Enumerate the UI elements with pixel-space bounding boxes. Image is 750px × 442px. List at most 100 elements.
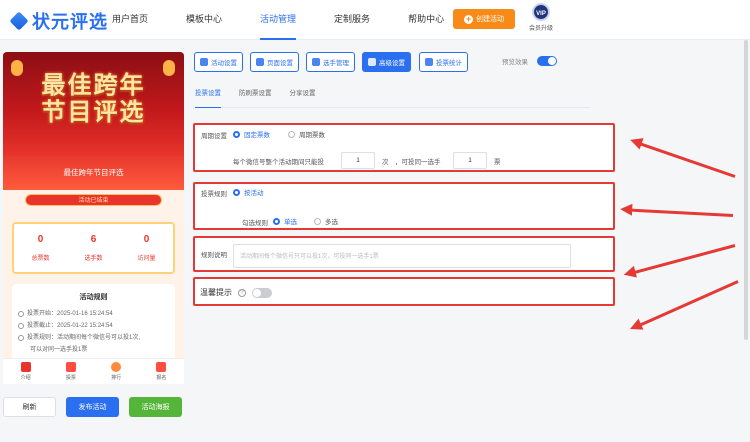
users-icon [312, 58, 320, 66]
preview-actions: 刷新 发布活动 活动海报 [3, 397, 182, 417]
radio-circle [273, 217, 280, 225]
rule-vote-continued: 可以对同一选手投1票 [30, 347, 88, 353]
tab-intro[interactable]: 介绍 [3, 359, 48, 384]
rule-description-label: 规则说明 [201, 252, 227, 259]
vip-upgrade-label: 会员升级 [528, 26, 553, 32]
gear-icon [200, 58, 208, 66]
tab-label: 投票 [65, 375, 76, 381]
subtabs: 投票设置 防刷票设置 分享设置 [195, 88, 590, 108]
subtab-anti-fraud[interactable]: 防刷票设置 [239, 88, 272, 108]
radio-by-activity[interactable]: 按活动 [233, 187, 264, 197]
tab-contestant-management[interactable]: 选手管理 [306, 52, 355, 72]
preview-toggle-label: 预览效果 [502, 59, 528, 66]
publish-button[interactable]: 发布活动 [66, 397, 119, 417]
vote-rule-section: 投票规则 按活动 勾选规则 单选 多选 [193, 182, 615, 230]
radio-single[interactable]: 单选 [273, 216, 297, 226]
same-contestant-text: ，可投同一选手 [395, 159, 441, 166]
tip-label: 温馨提示 [200, 288, 232, 297]
radio-circle [233, 130, 240, 138]
vote-rule-label: 投票规则 [201, 191, 227, 198]
create-activity-button[interactable]: + 创建活动 [453, 9, 515, 29]
tab-activity-settings[interactable]: 活动设置 [194, 52, 243, 72]
stat-value: 0 [143, 234, 150, 245]
nav-item-home[interactable]: 用户首页 [112, 0, 148, 40]
rule-start-text: 投票开始：2025-01-16 15:24:54 [27, 311, 113, 317]
annotation-arrow [636, 280, 739, 328]
radio-circle [314, 217, 321, 225]
rule-description-section: 规则说明 活动期间每个微信号只可以投1次，可投同一选手1票 [193, 236, 615, 272]
radio-label: 按活动 [244, 190, 264, 197]
settings-panel: 活动设置 页面设置 选手管理 高级设置 投票统计 预览效果 投票设置 防刷票设置… [190, 40, 615, 442]
period-settings-section: 周期设置 固定票数 周期票数 每个微信号整个活动期间只能投 1 次 ，可投同一选… [193, 123, 615, 172]
nav-item-help[interactable]: 帮助中心 [408, 0, 444, 40]
tab-signup[interactable]: 报名 [139, 359, 184, 384]
nav-item-activities[interactable]: 活动管理 [260, 0, 297, 40]
radio-label: 多选 [325, 219, 338, 226]
tab-label: 报名 [156, 375, 167, 381]
radio-label: 周期票数 [299, 132, 325, 139]
refresh-button[interactable]: 刷新 [3, 397, 56, 417]
mobile-preview: 最佳跨年 节目评选 最佳跨年节目评选 活动已结束 0 总票数 6 选手数 0 访… [3, 52, 184, 382]
radio-circle [288, 130, 295, 138]
trophy-icon [111, 362, 122, 372]
intro-icon [20, 362, 31, 372]
banner-title-line-1: 最佳跨年 [41, 72, 146, 99]
subtab-share-settings[interactable]: 分享设置 [290, 88, 316, 108]
tab-vote[interactable]: 投票 [48, 359, 93, 384]
help-icon[interactable]: ? [238, 289, 246, 297]
plus-icon: + [464, 13, 473, 24]
radio-cycle-votes[interactable]: 周期票数 [288, 129, 325, 139]
preview-banner: 最佳跨年 节目评选 [3, 52, 184, 156]
tip-switch[interactable] [252, 288, 272, 298]
sliders-icon [368, 58, 376, 66]
nav-item-custom-service[interactable]: 定制服务 [334, 0, 370, 40]
logo-cube-icon [9, 11, 29, 31]
clock-icon [18, 311, 24, 317]
preview-switch[interactable] [537, 56, 557, 66]
tab-label: 活动设置 [211, 60, 237, 67]
page-icon [256, 58, 264, 66]
tab-page-settings[interactable]: 页面设置 [250, 52, 299, 72]
times-unit: 次 [382, 159, 389, 166]
vip-badge-icon: VIP [532, 3, 550, 21]
banner-title: 最佳跨年 节目评选 [3, 72, 184, 126]
annotation-arrow [637, 141, 736, 178]
times-input[interactable]: 1 [341, 152, 375, 169]
brand-logo[interactable]: 状元评选 [9, 8, 108, 34]
main-nav: 用户首页 模板中心 活动管理 定制服务 帮助中心 [112, 0, 482, 40]
rule-end: 投票截止：2025-01-22 15:24:54 [18, 320, 169, 332]
tab-vote-statistics[interactable]: 投票统计 [419, 52, 468, 72]
signup-icon [156, 362, 167, 372]
bar-chart-icon [425, 58, 433, 66]
radio-label: 固定票数 [244, 132, 270, 139]
annotation-arrow [631, 244, 736, 275]
tab-advanced-settings[interactable]: 高级设置 [362, 52, 411, 72]
stat-value: 6 [90, 234, 97, 245]
check-rule-label: 勾选规则 [242, 220, 268, 227]
votes-unit: 票 [494, 159, 501, 166]
info-icon [18, 335, 24, 341]
preview-toggle: 预览效果 [502, 56, 557, 66]
banner-title-line-2: 节目评选 [41, 99, 146, 126]
votes-input[interactable]: 1 [453, 152, 487, 169]
vip-upgrade[interactable]: VIP 会员升级 [524, 3, 558, 32]
subtab-vote-settings[interactable]: 投票设置 [195, 88, 221, 108]
stat-label: 总票数 [31, 256, 50, 262]
status-badge: 活动已结束 [25, 194, 162, 206]
rule-vote: 投票规则：活动期间每个微信号可以投1次, [18, 332, 169, 344]
annotation-arrow [628, 208, 734, 217]
rule-description-textarea[interactable]: 活动期间每个微信号只可以投1次，可投同一选手1票 [233, 244, 571, 268]
page-scrollbar[interactable] [744, 40, 748, 340]
stat-value: 0 [37, 234, 44, 245]
tab-ranking[interactable]: 排行 [94, 359, 139, 384]
poster-button[interactable]: 活动海报 [129, 397, 182, 417]
nav-item-templates[interactable]: 模板中心 [186, 0, 222, 40]
tab-label: 排行 [111, 375, 122, 381]
period-description: 每个微信号整个活动期间只能投 [233, 159, 324, 166]
radio-fixed-votes[interactable]: 固定票数 [233, 129, 270, 139]
vote-icon [65, 362, 76, 372]
tab-label: 选手管理 [323, 60, 349, 67]
rule-vote-text: 投票规则：活动期间每个微信号可以投1次, [27, 335, 141, 341]
preview-tabbar: 介绍 投票 排行 报名 [3, 358, 184, 384]
radio-multi[interactable]: 多选 [314, 216, 338, 226]
